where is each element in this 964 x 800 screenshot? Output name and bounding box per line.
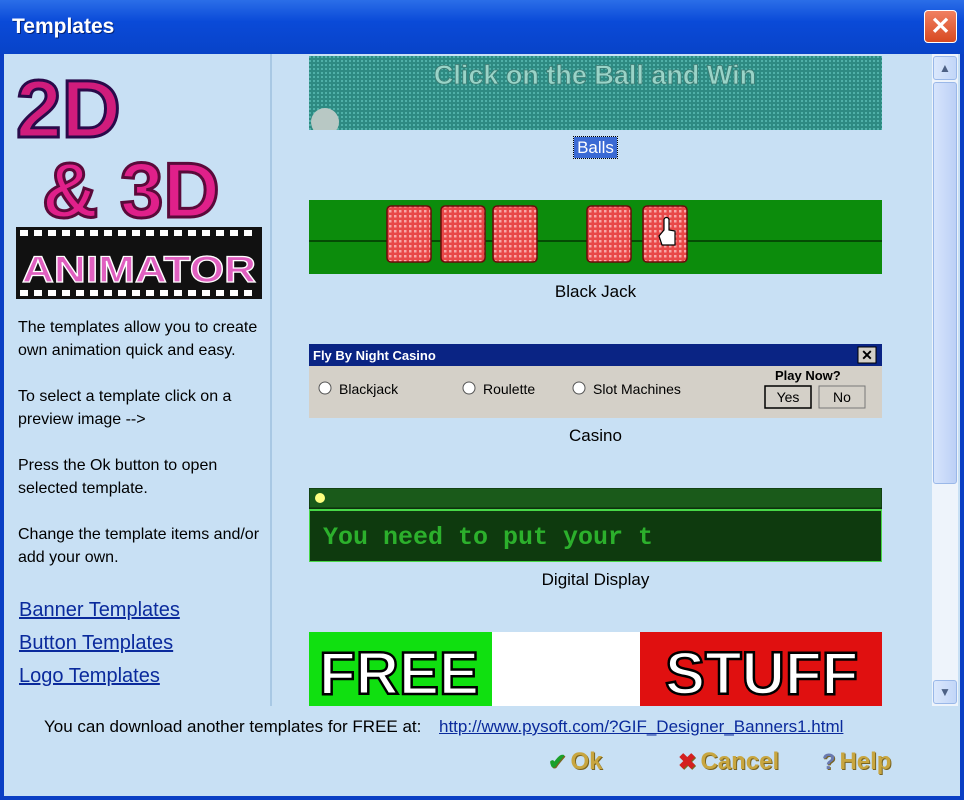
window-title: Templates (12, 15, 115, 38)
question-icon: ? (822, 749, 836, 774)
vertical-scrollbar[interactable]: ▲ ▼ (932, 54, 958, 706)
template-caption[interactable]: Digital Display (309, 570, 882, 590)
download-text: You can download another templates for F… (44, 717, 422, 736)
digital-display-text: You need to put your t (323, 523, 653, 552)
svg-text:Yes: Yes (777, 389, 800, 405)
template-list[interactable]: Click on the Ball and Win Balls Black Ja… (272, 54, 932, 706)
cancel-label: Cancel (700, 748, 780, 775)
template-preview-free-stuff[interactable]: FREE STUFF (309, 632, 882, 706)
check-icon: ✔ (548, 749, 567, 774)
radio-button (462, 381, 476, 395)
download-url-link[interactable]: http://www.pysoft.com/?GIF_Designer_Bann… (439, 717, 843, 737)
scroll-down-button[interactable]: ▼ (933, 680, 957, 704)
ok-label: Ok (570, 748, 603, 775)
close-button[interactable]: ✕ (924, 10, 957, 43)
animator-logo: 2D & 3D ANIMATOR (15, 63, 262, 299)
svg-text:Slot Machines: Slot Machines (593, 381, 681, 397)
svg-text:Blackjack: Blackjack (339, 381, 399, 397)
cross-icon: ✖ (678, 749, 697, 774)
title-bar[interactable]: Templates ✕ (0, 0, 964, 54)
help-paragraph: The templates allow you to create own an… (18, 319, 258, 359)
svg-text:Roulette: Roulette (483, 381, 535, 397)
template-preview-digital-display[interactable]: You need to put your t (309, 488, 882, 562)
radio-button (318, 381, 332, 395)
svg-text:Play Now?: Play Now? (775, 368, 841, 383)
help-label: Help (839, 748, 892, 775)
logo-animator: ANIMATOR (22, 249, 256, 290)
template-preview-black-jack[interactable] (309, 200, 882, 274)
scroll-up-button[interactable]: ▲ (933, 56, 957, 80)
stuff-word: STUFF (665, 640, 858, 706)
led-indicator-icon (315, 493, 325, 503)
help-button[interactable]: ? Help (822, 748, 891, 776)
balls-banner-text: Click on the Ball and Win (434, 60, 756, 90)
template-preview-casino[interactable]: Fly By Night Casino ✕ Blackjack Roulette… (309, 344, 882, 418)
help-paragraph: Press the Ok button to open selected tem… (18, 457, 218, 497)
casino-close-icon: ✕ (861, 347, 873, 363)
radio-button (572, 381, 586, 395)
button-templates-link[interactable]: Button Templates (19, 632, 173, 655)
logo-3d: & 3D (42, 146, 220, 234)
playing-card (386, 205, 432, 263)
ok-button[interactable]: ✔ Ok (548, 748, 602, 776)
casino-title: Fly By Night Casino (313, 348, 436, 363)
left-pane: 2D & 3D ANIMATOR The templates allow you… (8, 54, 270, 706)
film-holes-bottom (20, 290, 252, 296)
logo-templates-link[interactable]: Logo Templates (19, 665, 160, 688)
banner-templates-link[interactable]: Banner Templates (19, 599, 180, 622)
template-caption[interactable]: Balls (309, 136, 882, 159)
help-paragraph: To select a template click on a preview … (18, 388, 232, 428)
templates-window: Templates ✕ 2D & 3D ANIMATOR The templat… (0, 0, 964, 800)
close-icon: ✕ (930, 13, 951, 40)
template-caption[interactable]: Casino (309, 426, 882, 446)
template-preview-balls[interactable]: Click on the Ball and Win (309, 56, 882, 130)
svg-text:No: No (833, 389, 851, 405)
scroll-thumb[interactable] (933, 82, 957, 484)
free-word: FREE (319, 640, 479, 706)
playing-card (440, 205, 486, 263)
help-text: The templates allow you to create own an… (18, 316, 263, 592)
playing-card (492, 205, 538, 263)
help-paragraph: Change the template items and/or add you… (18, 526, 260, 566)
film-holes-top (20, 230, 252, 236)
cancel-button[interactable]: ✖ Cancel (678, 748, 779, 776)
template-caption[interactable]: Black Jack (309, 282, 882, 302)
playing-card (586, 205, 632, 263)
logo-2d: 2D (16, 64, 121, 155)
